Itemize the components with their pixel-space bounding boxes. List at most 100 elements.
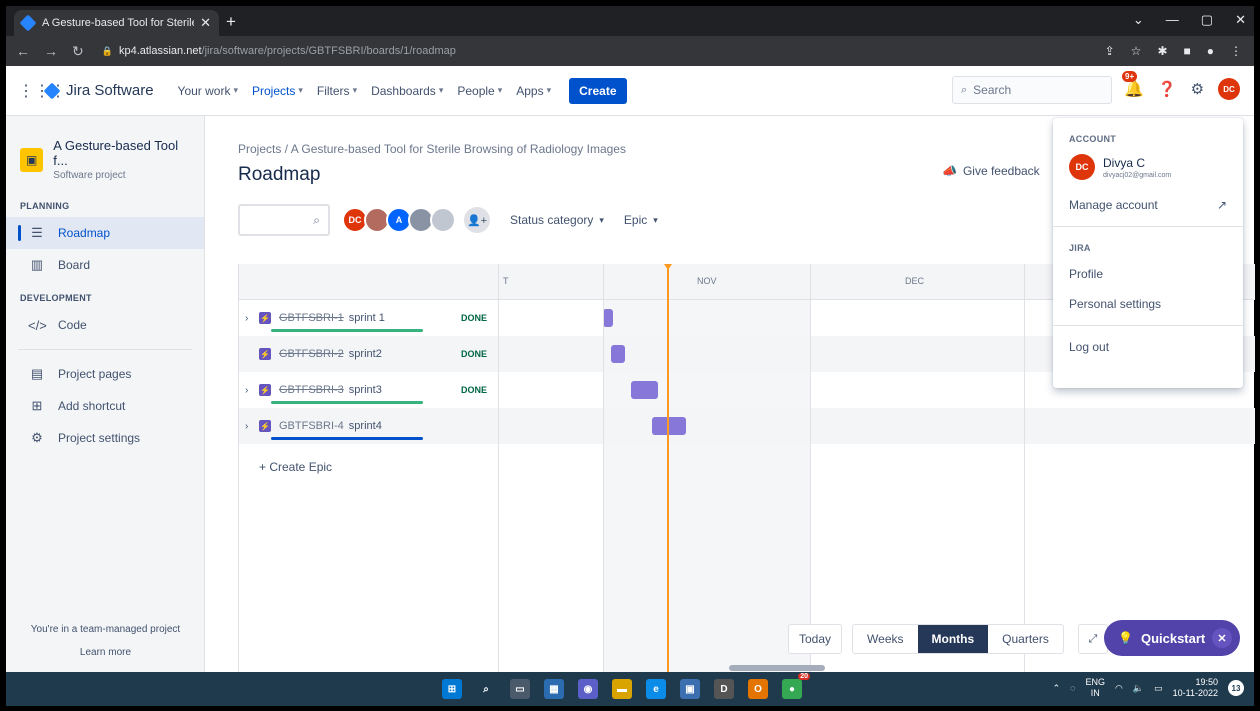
widgets-icon[interactable]: ▦ — [544, 679, 564, 699]
close-tab-icon[interactable]: ✕ — [200, 15, 211, 31]
horizontal-scrollbar[interactable] — [729, 665, 825, 671]
menu-kebab-icon[interactable]: ⋮ — [1230, 44, 1242, 58]
nav-dashboards[interactable]: Dashboards ▾ — [371, 84, 443, 98]
project-header[interactable]: ▣ A Gesture-based Tool f... Software pro… — [6, 116, 204, 195]
sidebar-item-board[interactable]: ▥ Board — [6, 249, 204, 281]
nav-filters[interactable]: Filters ▾ — [317, 84, 357, 98]
epic-name: sprint2 — [348, 348, 382, 360]
jira-favicon-icon — [19, 14, 37, 32]
wifi-icon[interactable]: ◠ — [1115, 683, 1123, 694]
user-avatar[interactable]: DC — [1218, 78, 1241, 100]
tray-chevron-icon[interactable]: ⌃ — [1053, 683, 1061, 694]
notifications-bell-icon[interactable]: 🔔 9+ — [1122, 71, 1144, 99]
reload-icon[interactable]: ↻ — [72, 43, 84, 60]
help-icon[interactable]: ❓ — [1158, 80, 1177, 98]
epic-bar[interactable] — [603, 309, 613, 327]
nav-apps[interactable]: Apps ▾ — [516, 84, 551, 98]
epic-bar[interactable] — [631, 381, 658, 399]
opera-icon[interactable]: O — [748, 679, 768, 699]
sidebar-item-code[interactable]: </> Code — [6, 309, 204, 341]
new-tab-icon[interactable]: + — [226, 12, 236, 32]
create-epic-button[interactable]: + Create Epic — [259, 460, 332, 474]
status-category-filter[interactable]: Status category ▾ — [510, 213, 604, 227]
chrome-icon[interactable]: ● 20 — [782, 673, 810, 699]
jira-logo-icon — [43, 82, 61, 99]
nav-your-work[interactable]: Your work ▾ — [178, 84, 238, 98]
quickstart-button[interactable]: 💡 Quickstart ✕ — [1104, 620, 1240, 656]
expand-chevron-icon[interactable]: › — [245, 385, 259, 396]
teams-icon[interactable]: ◉ — [578, 679, 598, 699]
volume-icon[interactable]: 🔈 — [1133, 683, 1144, 694]
give-feedback-button[interactable]: 📣 Give feedback — [942, 164, 1040, 178]
browser-tab[interactable]: A Gesture-based Tool for Sterile B ✕ — [14, 10, 219, 36]
learn-more-link[interactable]: Learn more — [6, 647, 205, 658]
settings-gear-icon[interactable]: ⚙ — [1191, 80, 1204, 98]
nav-right-icons: 🔔 9+ ❓ ⚙ DC — [1122, 71, 1241, 100]
notification-count-badge[interactable]: 13 — [1228, 680, 1244, 696]
today-button[interactable]: Today — [788, 624, 843, 654]
edge-icon[interactable]: e — [646, 679, 666, 699]
jira-logo[interactable]: Jira Software — [43, 82, 154, 99]
product-name: Jira Software — [66, 82, 154, 99]
quarters-button[interactable]: Quarters — [988, 625, 1063, 653]
minimize-icon[interactable]: — — [1166, 12, 1179, 28]
nav-projects[interactable]: Projects ▾ — [252, 84, 303, 98]
user-email: divyacj02@gmail.com — [1103, 171, 1172, 179]
epic-key[interactable]: GBTFSBRI-4 — [279, 420, 344, 432]
tab-search-icon[interactable]: ⌄ — [1133, 12, 1144, 28]
battery-icon[interactable]: ▭ — [1154, 683, 1163, 694]
expand-chevron-icon[interactable]: › — [245, 313, 259, 324]
manage-account-item[interactable]: Manage account ↗ — [1053, 190, 1243, 220]
epic-bar[interactable] — [611, 345, 625, 363]
lock-icon[interactable]: 🔒 — [102, 46, 113, 57]
external-link-icon: ↗ — [1216, 198, 1227, 212]
epic-filter[interactable]: Epic ▾ — [624, 213, 658, 227]
table-row[interactable]: › ⚡ GBTFSBRI-4 sprint4 — [239, 408, 1255, 444]
personal-settings-item[interactable]: Personal settings — [1053, 289, 1243, 319]
epic-key[interactable]: GBTFSBRI-3 — [279, 384, 344, 396]
sidebar-item-roadmap[interactable]: ☰ Roadmap — [6, 217, 204, 249]
cortana-icon[interactable]: ◌ — [1070, 683, 1075, 693]
taskbar-search-icon[interactable]: ⌕ — [476, 679, 496, 699]
language-indicator[interactable]: ENG IN — [1086, 677, 1106, 699]
nav-people[interactable]: People ▾ — [457, 84, 502, 98]
sidebar-item-project-pages[interactable]: ▤ Project pages — [6, 358, 204, 390]
epic-key[interactable]: GBTFSBRI-2 — [279, 348, 344, 360]
extensions-icon[interactable]: ✱ — [1157, 44, 1167, 58]
search-input[interactable]: ⌕ Search — [952, 76, 1112, 104]
roadmap-search-input[interactable]: ⌕ — [238, 204, 330, 236]
avatar[interactable] — [430, 207, 456, 233]
bookmark-star-icon[interactable]: ☆ — [1131, 44, 1142, 58]
sidebar-item-add-shortcut[interactable]: ⊞ Add shortcut — [6, 390, 204, 422]
sidebar-item-project-settings[interactable]: ⚙ Project settings — [6, 422, 204, 454]
search-placeholder: Search — [973, 83, 1012, 97]
store-icon[interactable]: ▣ — [680, 679, 700, 699]
sidepanel-icon[interactable]: ■ — [1184, 44, 1191, 58]
url-field[interactable]: 🔒 kp4.atlassian.net /jira/software/proje… — [102, 45, 456, 57]
file-explorer-icon[interactable]: ▬ — [612, 679, 632, 699]
months-button[interactable]: Months — [917, 625, 989, 653]
breadcrumb[interactable]: Projects / A Gesture-based Tool for Ster… — [238, 142, 626, 156]
share-icon[interactable]: ⇪ — [1105, 44, 1115, 58]
back-icon[interactable]: ← — [16, 43, 30, 59]
add-people-icon[interactable]: 👤+ — [464, 207, 490, 233]
log-out-item[interactable]: Log out — [1053, 332, 1243, 362]
expand-chevron-icon[interactable]: › — [245, 421, 259, 432]
epic-key[interactable]: GBTFSBRI-1 — [279, 312, 344, 324]
weeks-button[interactable]: Weeks — [853, 625, 917, 653]
close-window-icon[interactable]: ✕ — [1235, 12, 1246, 28]
task-view-icon[interactable]: ▭ — [510, 679, 530, 699]
close-icon[interactable]: ✕ — [1212, 628, 1232, 648]
dell-icon[interactable]: D — [714, 679, 734, 699]
create-button[interactable]: Create — [569, 77, 627, 104]
profile-item[interactable]: Profile — [1053, 259, 1243, 289]
app-switcher-icon[interactable]: ⋮⋮⋮ — [18, 81, 66, 101]
epic-bar[interactable] — [652, 417, 686, 435]
month-divider — [810, 264, 811, 672]
restore-icon[interactable]: ▢ — [1201, 12, 1213, 28]
forward-icon[interactable]: → — [44, 43, 58, 59]
windows-start-icon[interactable]: ⊞ — [442, 679, 462, 699]
window-controls: ⌄ — ▢ ✕ — [1133, 12, 1246, 28]
profile-icon[interactable]: ● — [1207, 44, 1214, 58]
clock[interactable]: 19:50 10-11-2022 — [1173, 677, 1218, 699]
